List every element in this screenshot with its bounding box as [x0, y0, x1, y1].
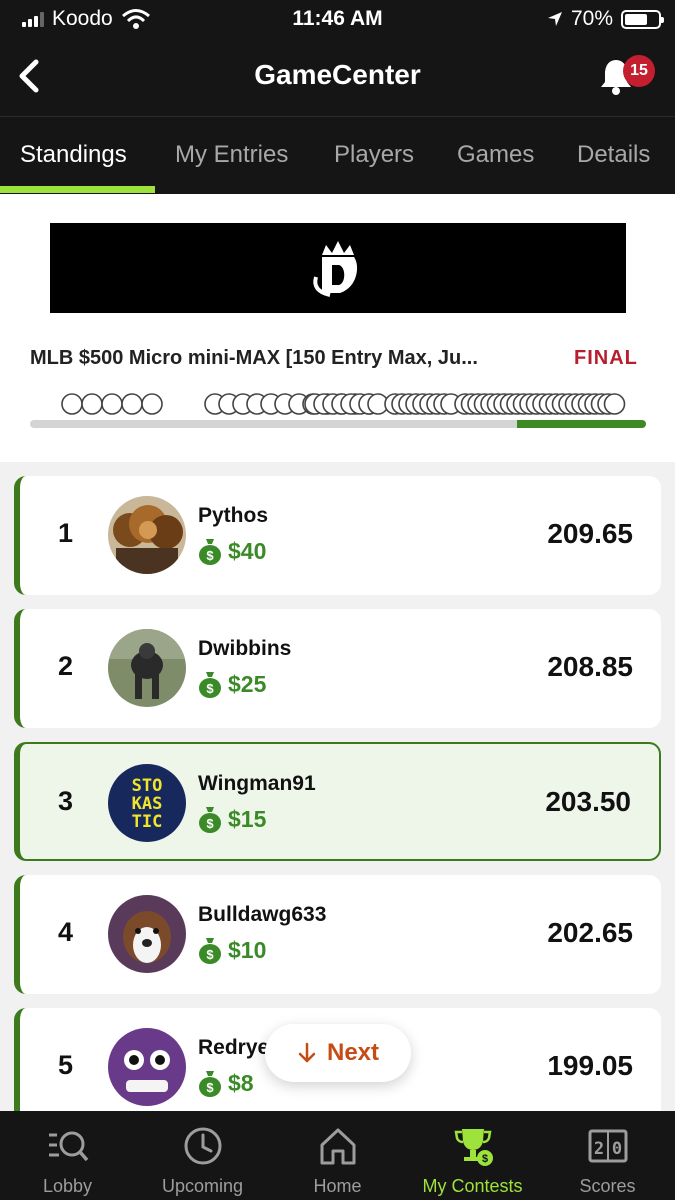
nav-label: Lobby	[42, 1176, 93, 1196]
nav-label: Home	[313, 1176, 362, 1196]
game-circle	[603, 393, 626, 415]
notification-badge: 15	[623, 55, 655, 87]
tab-games[interactable]: Games	[457, 141, 534, 169]
avatar-text-line: KAS	[132, 794, 163, 814]
score: 199.05	[547, 1050, 633, 1081]
avatar	[108, 496, 186, 574]
contest-name: MLB $500 Micro mini-MAX [150 Entry Max, …	[30, 347, 478, 369]
avatar	[108, 895, 186, 973]
draftkings-logo	[313, 241, 358, 297]
home-icon	[320, 1128, 356, 1165]
nav-label: Upcoming	[161, 1176, 244, 1196]
contest-status: FINAL	[574, 347, 638, 369]
tab-details[interactable]: Details	[577, 141, 650, 169]
rank: 3	[58, 786, 74, 816]
next-button-label: Next	[326, 1039, 380, 1066]
svg-text:$: $	[206, 816, 214, 831]
prize: $ $25	[198, 670, 266, 698]
prize-amount: $8	[228, 1069, 254, 1096]
bottom-nav: Lobby Upcoming Home $ My Contests 2 0 Sc…	[0, 1111, 675, 1200]
rank: 2	[58, 651, 74, 681]
tab-bar: Standings My Entries Players Games Detai…	[0, 116, 675, 194]
rank: 1	[58, 518, 74, 548]
standing-row[interactable]: 1 Pythos $ $40 209.65	[14, 476, 661, 595]
prize: $ $40	[198, 537, 266, 565]
money-bag-icon: $	[199, 938, 221, 964]
nav-upcoming[interactable]: Upcoming	[135, 1111, 270, 1200]
status-bar: Koodo 11:46 AM 70%	[0, 0, 675, 38]
prize: $ $8	[198, 1069, 254, 1097]
score: 208.85	[547, 651, 633, 682]
money-bag-icon: $	[199, 672, 221, 698]
username: Bulldawg633	[198, 903, 327, 926]
game-circle	[141, 393, 163, 415]
svg-text:$: $	[482, 1153, 488, 1165]
nav-lobby[interactable]: Lobby	[0, 1111, 135, 1200]
prize: $ $15	[198, 805, 266, 833]
avatar: STO KAS TIC	[108, 764, 186, 842]
score: 203.50	[545, 786, 631, 817]
app-header: GameCenter	[0, 38, 675, 116]
score: 209.65	[547, 518, 633, 549]
avatar	[108, 1028, 186, 1106]
avatar	[108, 629, 186, 707]
active-tab-indicator	[0, 186, 155, 193]
nav-my-contests[interactable]: $ My Contests	[405, 1111, 540, 1200]
location-arrow-icon	[547, 12, 562, 26]
score: 202.65	[547, 917, 633, 948]
prize-amount: $15	[228, 805, 267, 832]
nav-home[interactable]: Home	[270, 1111, 405, 1200]
svg-text:$: $	[206, 947, 214, 962]
svg-text:0: 0	[612, 1139, 622, 1159]
nav-label: Scores	[579, 1176, 636, 1196]
tab-standings[interactable]: Standings	[20, 141, 127, 169]
money-bag-icon: $	[199, 539, 221, 565]
lobby-search-icon	[49, 1131, 89, 1162]
username: Pythos	[198, 504, 269, 527]
standing-row-current-user[interactable]: 3 STO KAS TIC Wingman91 $ $15 203.50	[14, 742, 661, 861]
next-button[interactable]: Next	[265, 1024, 411, 1082]
arrow-down-icon	[298, 1042, 316, 1063]
game-circle	[81, 393, 103, 415]
standing-row[interactable]: 4 Bulldawg633 $ $10 202.65	[14, 875, 661, 994]
avatar-text-line: STO	[132, 776, 163, 796]
svg-text:$: $	[206, 548, 214, 563]
clock-icon	[184, 1127, 222, 1165]
contest-progress-bar	[30, 420, 646, 428]
nav-label: My Contests	[422, 1176, 523, 1196]
nav-scores[interactable]: 2 0 Scores	[540, 1111, 675, 1200]
game-circle	[101, 393, 123, 415]
prize-amount: $40	[228, 537, 267, 564]
game-circle	[61, 393, 83, 415]
standing-row[interactable]: 2 Dwibbins $ $25 208.85	[14, 609, 661, 728]
prize: $ $10	[198, 936, 266, 964]
money-bag-icon: $	[199, 1071, 221, 1097]
svg-text:$: $	[206, 1080, 214, 1095]
username: Wingman91	[198, 772, 316, 795]
scoreboard-icon: 2 0	[588, 1129, 628, 1163]
rank: 5	[58, 1050, 74, 1080]
contest-panel: MLB $500 Micro mini-MAX [150 Entry Max, …	[0, 194, 675, 462]
battery-percent: 70%	[570, 7, 613, 30]
game-circle	[121, 393, 143, 415]
trophy-icon: $	[454, 1129, 493, 1166]
username: Redrye	[198, 1036, 270, 1059]
status-right: 70%	[547, 7, 664, 31]
prize-amount: $25	[228, 670, 267, 697]
avatar-text-line: TIC	[132, 812, 163, 832]
svg-text:2: 2	[594, 1139, 604, 1159]
tab-players[interactable]: Players	[334, 141, 414, 169]
money-bag-icon: $	[199, 807, 221, 833]
username: Dwibbins	[198, 637, 292, 660]
game-progress-circles	[61, 393, 626, 415]
svg-text:$: $	[206, 681, 214, 696]
page-title: GameCenter	[254, 59, 421, 90]
contest-banner	[50, 223, 626, 313]
contest-progress-fill	[516, 420, 646, 428]
prize-amount: $10	[228, 936, 267, 963]
rank: 4	[58, 917, 74, 947]
tab-my-entries[interactable]: My Entries	[175, 141, 288, 169]
battery-icon	[621, 9, 664, 29]
